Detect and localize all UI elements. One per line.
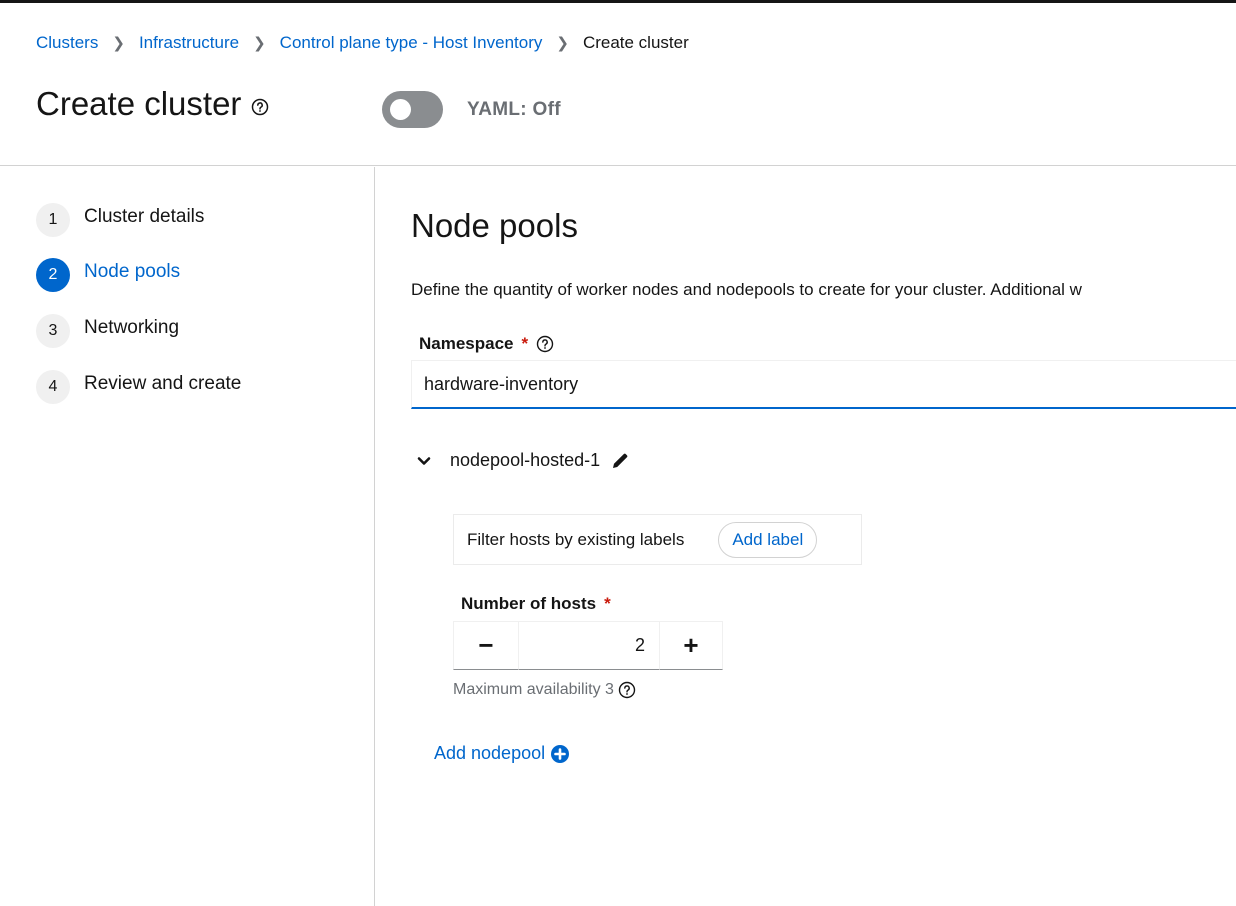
number-of-hosts-stepper: − 2 +: [453, 621, 723, 670]
add-nodepool-label: Add nodepool: [434, 743, 546, 763]
max-availability: Maximum availability 3: [453, 681, 636, 699]
nodepool-toggle[interactable]: nodepool-hosted-1: [416, 450, 630, 471]
help-icon[interactable]: [251, 98, 269, 116]
step-label: Cluster details: [84, 206, 205, 227]
chevron-right-icon: ❯: [556, 35, 569, 52]
page-title: Create cluster: [36, 85, 242, 122]
step-number: 1: [36, 203, 70, 237]
nodepool-name: nodepool-hosted-1: [450, 450, 601, 470]
yaml-label: YAML: Off: [467, 98, 561, 120]
chevron-right-icon: ❯: [112, 35, 125, 52]
number-of-hosts-label: Number of hosts *: [461, 594, 611, 614]
wizard-step-review-and-create[interactable]: 4 Review and create: [36, 370, 241, 404]
add-label-button[interactable]: Add label: [718, 521, 818, 558]
wizard-nav: 1 Cluster details 2 Node pools 3 Network…: [0, 167, 375, 906]
breadcrumb-clusters[interactable]: Clusters: [36, 33, 98, 53]
namespace-label-text: Namespace: [419, 334, 514, 353]
number-of-hosts-input[interactable]: 2: [519, 621, 659, 670]
max-availability-text: Maximum availability 3: [453, 681, 614, 698]
required-mark: *: [604, 594, 611, 613]
wizard-step-node-pools[interactable]: 2 Node pools: [36, 258, 180, 292]
breadcrumb-current: Create cluster: [582, 33, 689, 52]
decrement-button[interactable]: −: [453, 621, 519, 670]
page-header: Clusters ❯ Infrastructure ❯ Control plan…: [0, 3, 1236, 166]
step-label: Node pools: [84, 261, 181, 282]
step-number: 3: [36, 314, 70, 348]
chevron-right-icon: ❯: [253, 35, 266, 52]
namespace-label: Namespace *: [419, 334, 554, 354]
wizard-step-networking[interactable]: 3 Networking: [36, 314, 179, 348]
breadcrumb-control-plane-type[interactable]: Control plane type - Host Inventory: [280, 33, 543, 53]
yaml-switch[interactable]: [382, 91, 443, 128]
help-icon[interactable]: [536, 335, 554, 353]
namespace-input[interactable]: hardware-inventory: [411, 360, 1236, 409]
section-title: Node pools: [411, 207, 578, 244]
wizard-step-cluster-details[interactable]: 1 Cluster details: [36, 203, 204, 237]
host-label-filter: Filter hosts by existing labels Add labe…: [453, 514, 862, 565]
filter-text: Filter hosts by existing labels: [467, 529, 685, 549]
help-icon[interactable]: [618, 681, 636, 699]
plus-circle-icon: [550, 744, 570, 764]
increment-button[interactable]: +: [659, 621, 723, 670]
required-mark: *: [521, 334, 529, 353]
chevron-down-icon: [416, 453, 432, 469]
main-content: Node pools Define the quantity of worker…: [376, 167, 1236, 906]
step-number: 2: [36, 258, 70, 292]
breadcrumb: Clusters ❯ Infrastructure ❯ Control plan…: [36, 33, 689, 53]
pencil-icon[interactable]: [610, 451, 630, 471]
step-number: 4: [36, 370, 70, 404]
switch-knob: [390, 99, 411, 120]
number-of-hosts-text: Number of hosts: [461, 594, 597, 613]
title-row: Create cluster: [36, 85, 269, 123]
step-label: Networking: [84, 317, 180, 338]
add-nodepool-button[interactable]: Add nodepool: [434, 743, 570, 764]
section-description: Define the quantity of worker nodes and …: [411, 280, 1082, 299]
yaml-toggle: YAML: Off: [382, 91, 561, 128]
step-label: Review and create: [84, 373, 242, 394]
breadcrumb-infrastructure[interactable]: Infrastructure: [139, 33, 239, 53]
